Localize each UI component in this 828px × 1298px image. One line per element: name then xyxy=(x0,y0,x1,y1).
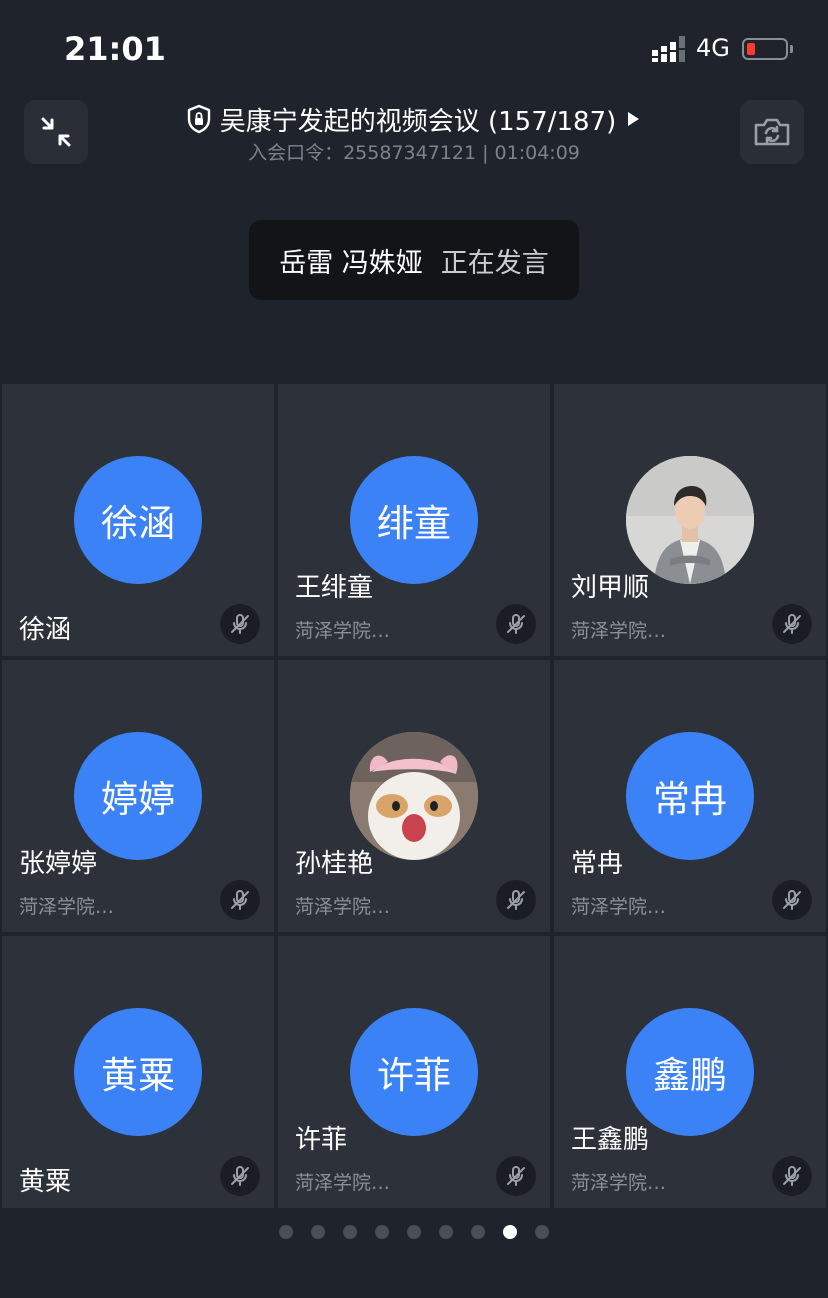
participant-name: 许菲 xyxy=(295,1125,348,1155)
participant-org: 菏泽学院… xyxy=(571,620,667,642)
mic-muted-icon xyxy=(772,1156,812,1196)
status-bar: 21:01 4G xyxy=(0,0,828,96)
avatar: 绯童 xyxy=(350,456,478,584)
participant-tile[interactable]: 许菲 许菲 菏泽学院… xyxy=(278,936,550,1208)
avatar: 徐涵 xyxy=(74,456,202,584)
participant-tile[interactable]: 黄粟 黄粟 xyxy=(2,936,274,1208)
play-triangle-icon xyxy=(628,112,640,126)
participant-grid: 徐涵 徐涵 绯童 王绯童 菏泽学院… 刘甲顺 菏泽学院… 婷婷 张婷婷 菏泽学院… xyxy=(0,382,828,1210)
signal-icon xyxy=(652,36,685,62)
participant-tile[interactable]: 徐涵 徐涵 xyxy=(2,384,274,656)
shield-lock-icon xyxy=(187,104,210,134)
participant-tile[interactable]: 婷婷 张婷婷 菏泽学院… xyxy=(2,660,274,932)
avatar: 婷婷 xyxy=(74,732,202,860)
participant-tile[interactable]: 刘甲顺 菏泽学院… xyxy=(554,384,826,656)
mic-muted-icon xyxy=(772,880,812,920)
avatar-photo xyxy=(626,456,754,584)
avatar: 常冉 xyxy=(626,732,754,860)
mic-muted-icon xyxy=(496,604,536,644)
participant-name: 王绯童 xyxy=(295,573,374,603)
page-dot[interactable] xyxy=(439,1225,453,1239)
switch-camera-button[interactable] xyxy=(740,100,804,164)
battery-icon xyxy=(742,38,788,60)
page-dot[interactable] xyxy=(343,1225,357,1239)
participant-tile[interactable]: 常冉 常冉 菏泽学院… xyxy=(554,660,826,932)
status-time: 21:01 xyxy=(64,30,166,68)
participant-org: 菏泽学院… xyxy=(571,896,667,918)
meeting-title: 吴康宁发起的视频会议 (157/187) xyxy=(219,106,617,137)
page-dot[interactable] xyxy=(471,1225,485,1239)
participant-name: 王鑫鹏 xyxy=(571,1125,650,1155)
participant-name: 张婷婷 xyxy=(19,849,98,879)
mic-muted-icon xyxy=(220,880,260,920)
page-dot[interactable] xyxy=(279,1225,293,1239)
meeting-subtitle: 入会口令：25587347121 | 01:04:09 xyxy=(248,142,580,164)
speaking-status: 正在发言 xyxy=(440,247,549,279)
avatar: 黄粟 xyxy=(74,1008,202,1136)
mic-muted-icon xyxy=(220,1156,260,1196)
page-dot[interactable] xyxy=(311,1225,325,1239)
participant-org: 菏泽学院… xyxy=(295,896,391,918)
participant-org: 菏泽学院… xyxy=(295,620,391,642)
participant-tile[interactable]: 孙桂艳 菏泽学院… xyxy=(278,660,550,932)
page-indicator[interactable] xyxy=(0,1222,828,1242)
participant-name: 徐涵 xyxy=(19,615,72,645)
page-dot[interactable] xyxy=(535,1225,549,1239)
meeting-title-row[interactable]: 吴康宁发起的视频会议 (157/187) xyxy=(0,100,828,138)
avatar: 鑫鹏 xyxy=(626,1008,754,1136)
participant-org: 菏泽学院… xyxy=(571,1172,667,1194)
participant-name: 孙桂艳 xyxy=(295,849,374,879)
participant-org: 菏泽学院… xyxy=(295,1172,391,1194)
speaking-banner: 岳雷 冯姝娅 正在发言 xyxy=(249,220,579,300)
participant-org: 菏泽学院… xyxy=(19,896,115,918)
mic-muted-icon xyxy=(220,604,260,644)
participant-tile[interactable]: 鑫鹏 王鑫鹏 菏泽学院… xyxy=(554,936,826,1208)
participant-name: 常冉 xyxy=(571,849,624,879)
page-dot[interactable] xyxy=(375,1225,389,1239)
mic-muted-icon xyxy=(496,1156,536,1196)
page-dot[interactable] xyxy=(503,1225,517,1239)
participant-tile[interactable]: 绯童 王绯童 菏泽学院… xyxy=(278,384,550,656)
camera-switch-icon xyxy=(754,118,790,146)
participant-name: 黄粟 xyxy=(19,1167,72,1197)
network-type: 4G xyxy=(696,34,730,62)
avatar: 许菲 xyxy=(350,1008,478,1136)
mic-muted-icon xyxy=(496,880,536,920)
mic-muted-icon xyxy=(772,604,812,644)
speaker-names: 岳雷 冯姝娅 xyxy=(279,247,423,279)
participant-name: 刘甲顺 xyxy=(571,573,650,603)
avatar-photo xyxy=(350,732,478,860)
page-dot[interactable] xyxy=(407,1225,421,1239)
